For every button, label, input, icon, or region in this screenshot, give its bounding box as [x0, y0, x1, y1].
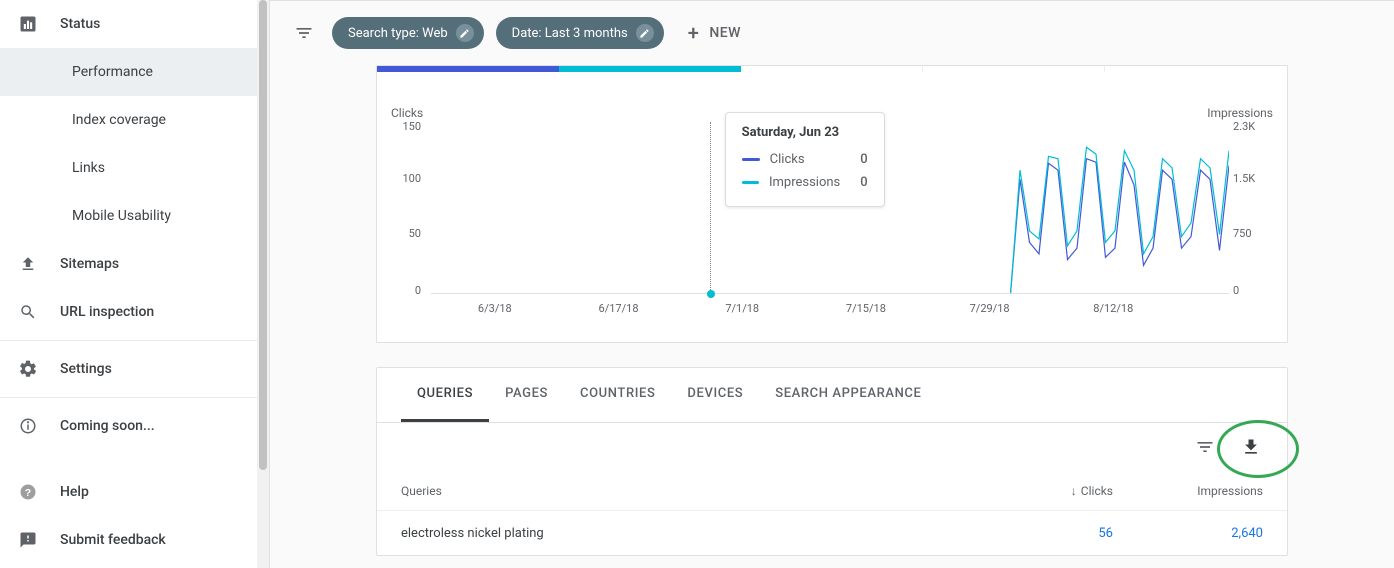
tooltip-row-impressions: Impressions 0: [742, 171, 868, 194]
chart-card: Clicks Impressions 150 100 50 0 2.3K 1.5…: [376, 65, 1288, 343]
y-axis-left-title: Clicks: [391, 106, 423, 120]
sidebar-item-performance[interactable]: Performance: [0, 48, 269, 96]
tooltip-value: 0: [860, 152, 867, 167]
sidebar-item-url-inspection[interactable]: URL inspection: [0, 288, 269, 336]
tab-search-appearance[interactable]: SEARCH APPEARANCE: [759, 368, 937, 422]
pencil-icon: [636, 24, 654, 42]
main-content: Search type: Web Date: Last 3 months + N…: [270, 0, 1394, 568]
tab-countries[interactable]: COUNTRIES: [564, 368, 671, 422]
sidebar-scrollbar-thumb[interactable]: [259, 0, 267, 470]
plus-icon: +: [688, 21, 700, 45]
col-header-impressions[interactable]: Impressions: [1113, 484, 1263, 498]
col-header-clicks[interactable]: ↓Clicks: [963, 484, 1113, 498]
y-tick-left: 150: [391, 120, 421, 133]
upload-icon: [16, 255, 40, 273]
swatch-clicks: [742, 158, 760, 161]
sidebar-scrollbar[interactable]: [257, 0, 269, 568]
chip-label: Search type: Web: [348, 26, 448, 41]
sidebar-item-index-coverage[interactable]: Index coverage: [0, 96, 269, 144]
sidebar-item-label: Sitemaps: [60, 256, 119, 272]
sidebar-item-label: Status: [60, 16, 100, 32]
sidebar: Status Performance Index coverage Links …: [0, 0, 270, 568]
sidebar-item-settings[interactable]: Settings: [0, 345, 269, 393]
tooltip-label: Clicks: [770, 152, 841, 167]
tabs: QUERIES PAGES COUNTRIES DEVICES SEARCH A…: [377, 368, 1287, 423]
table-card: QUERIES PAGES COUNTRIES DEVICES SEARCH A…: [376, 367, 1288, 556]
filter-bar: Search type: Web Date: Last 3 months + N…: [270, 1, 1394, 65]
sidebar-item-mobile-usability[interactable]: Mobile Usability: [0, 192, 269, 240]
sidebar-item-label: Performance: [72, 64, 153, 80]
crosshair: [710, 122, 711, 294]
svg-text:?: ?: [25, 487, 31, 499]
sidebar-item-label: Links: [72, 160, 105, 176]
swatch-impressions: [742, 181, 759, 184]
tooltip-title: Saturday, Jun 23: [742, 125, 868, 140]
y-tick-left: 100: [391, 172, 421, 185]
chip-date-range[interactable]: Date: Last 3 months: [496, 17, 664, 49]
sidebar-item-label: Help: [60, 484, 89, 500]
cell-clicks: 56: [963, 526, 1113, 541]
tooltip-value: 0: [860, 175, 867, 190]
table-toolbar: [377, 423, 1287, 471]
filter-icon[interactable]: [288, 17, 320, 49]
sidebar-item-label: Coming soon...: [60, 418, 155, 434]
chart-area: Clicks Impressions 150 100 50 0 2.3K 1.5…: [377, 72, 1287, 330]
tooltip-label: Impressions: [769, 175, 840, 190]
y-axis-right-title: Impressions: [1207, 106, 1273, 120]
pencil-icon: [456, 24, 474, 42]
sidebar-item-links[interactable]: Links: [0, 144, 269, 192]
chip-search-type[interactable]: Search type: Web: [332, 17, 484, 49]
y-tick-left: 50: [391, 227, 421, 240]
gear-icon: [16, 359, 40, 379]
sidebar-item-label: Mobile Usability: [72, 208, 171, 224]
plot[interactable]: Saturday, Jun 23 Clicks 0 Impressions 0: [431, 122, 1229, 294]
help-icon: ?: [16, 483, 40, 501]
sidebar-item-label: URL inspection: [60, 304, 154, 320]
sidebar-item-help[interactable]: ? Help: [0, 468, 269, 516]
chip-label: Date: Last 3 months: [512, 26, 628, 41]
x-tick: 7/29/18: [970, 302, 1010, 315]
tab-devices[interactable]: DEVICES: [671, 368, 759, 422]
tab-pages[interactable]: PAGES: [489, 368, 564, 422]
x-tick: 8/12/18: [1093, 302, 1133, 315]
download-icon[interactable]: [1237, 433, 1265, 461]
y-tick-right: 750: [1233, 227, 1273, 240]
sidebar-item-status[interactable]: Status: [0, 0, 269, 48]
tab-queries[interactable]: QUERIES: [401, 368, 489, 422]
divider: [0, 397, 269, 398]
new-label: NEW: [709, 25, 741, 41]
search-icon: [16, 303, 40, 321]
y-tick-left: 0: [391, 284, 421, 297]
x-tick: 7/1/18: [725, 302, 759, 315]
sort-desc-icon: ↓: [1071, 484, 1077, 498]
tooltip-row-clicks: Clicks 0: [742, 148, 868, 171]
y-tick-right: 2.3K: [1233, 120, 1273, 133]
chart-tooltip: Saturday, Jun 23 Clicks 0 Impressions 0: [725, 112, 885, 207]
feedback-icon: [16, 531, 40, 549]
y-tick-right: 0: [1233, 284, 1273, 297]
sidebar-item-coming-soon[interactable]: Coming soon...: [0, 402, 269, 450]
x-tick: 6/3/18: [478, 302, 512, 315]
crosshair-dot: [707, 290, 715, 298]
baseline: [431, 293, 1229, 294]
sidebar-item-sitemaps[interactable]: Sitemaps: [0, 240, 269, 288]
col-header-queries[interactable]: Queries: [401, 484, 963, 498]
cell-query: electroless nickel plating: [401, 526, 963, 541]
y-tick-right: 1.5K: [1233, 172, 1273, 185]
x-tick: 6/17/18: [599, 302, 639, 315]
bar-chart-icon: [16, 14, 40, 34]
table-filter-icon[interactable]: [1191, 433, 1219, 461]
table-header: Queries ↓Clicks Impressions: [377, 471, 1287, 511]
info-icon: [16, 417, 40, 435]
sidebar-item-label: Index coverage: [72, 112, 166, 128]
sidebar-item-label: Submit feedback: [60, 532, 166, 548]
add-filter-button[interactable]: + NEW: [688, 21, 741, 45]
x-axis-labels: 6/3/18 6/17/18 7/1/18 7/15/18 7/29/18 8/12/18: [431, 302, 1229, 322]
table-row[interactable]: electroless nickel plating 56 2,640: [377, 511, 1287, 555]
cell-impressions: 2,640: [1113, 526, 1263, 541]
sidebar-item-label: Settings: [60, 361, 112, 377]
x-tick: 7/15/18: [846, 302, 886, 315]
sidebar-item-submit-feedback[interactable]: Submit feedback: [0, 516, 269, 564]
divider: [0, 340, 269, 341]
